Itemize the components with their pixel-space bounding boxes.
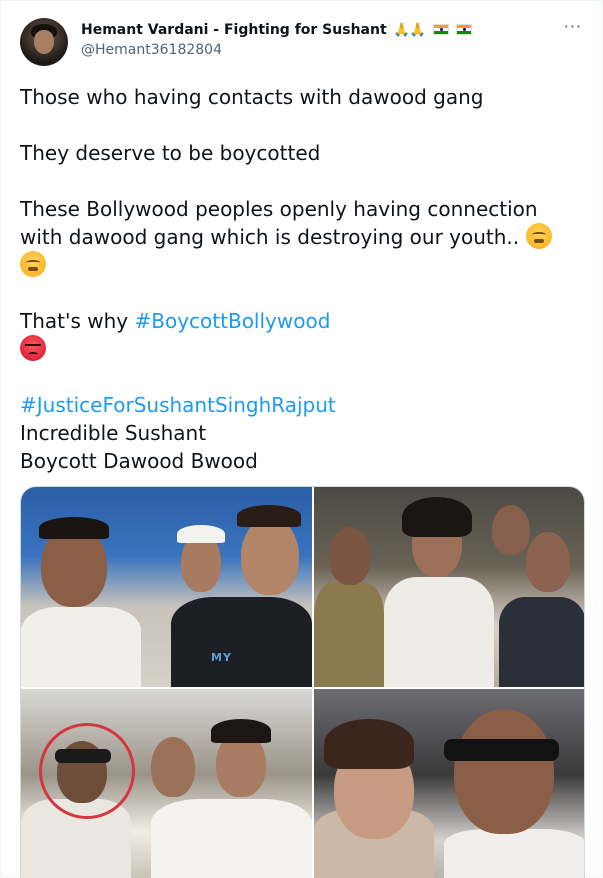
tweet-text-line: Incredible Sushant	[20, 421, 207, 445]
more-options-icon[interactable]: ···	[564, 17, 582, 36]
avatar-face	[34, 30, 54, 54]
photo-figure	[21, 607, 141, 687]
photo-figure	[177, 525, 225, 543]
photo-figure	[314, 582, 384, 687]
display-name-text: Hemant Vardani - Fighting for Sushant	[81, 22, 387, 38]
tweet-text-line: These Bollywood peoples openly having co…	[20, 197, 538, 221]
photo-figure	[444, 829, 584, 878]
photo-figure	[454, 709, 554, 834]
photo-figure	[499, 597, 584, 687]
photo-figure	[402, 497, 472, 537]
avatar[interactable]	[20, 18, 68, 66]
tweet-text-line	[20, 335, 590, 363]
highlight-circle	[39, 723, 135, 819]
pouting-face-icon	[20, 335, 46, 361]
photo-figure	[151, 737, 195, 797]
photo-figure	[329, 527, 371, 585]
shirt-text: MY	[211, 651, 232, 664]
photo-4[interactable]	[314, 689, 584, 878]
tweet-text-line: That's why #BoycottBollywood	[20, 307, 590, 335]
photo-figure	[151, 799, 312, 878]
hashtag-link[interactable]: #JusticeForSushantSinghRajput	[20, 391, 590, 419]
tweet-text-line	[20, 251, 590, 279]
photo-2[interactable]	[314, 487, 584, 687]
photo-figure	[492, 505, 530, 555]
india-flag-icon	[432, 24, 449, 35]
photo-figure	[324, 719, 414, 769]
photo-figure	[526, 532, 570, 592]
display-name[interactable]: Hemant Vardani - Fighting for Sushant 🙏🙏	[81, 22, 472, 38]
face-with-steam-icon	[20, 251, 46, 277]
tweet-text-fragment: with dawood gang which is destroying our…	[20, 225, 520, 249]
photo-figure	[39, 517, 109, 539]
face-with-steam-icon	[525, 223, 552, 249]
india-flag-icon	[455, 24, 472, 35]
folded-hands-icon: 🙏🙏	[393, 23, 426, 38]
photo-figure	[444, 739, 559, 761]
user-handle[interactable]: @Hemant36182804	[81, 42, 222, 58]
photo-3[interactable]	[21, 689, 312, 878]
tweet-text-line: Boycott Dawood Bwood	[20, 449, 258, 473]
photo-figure	[237, 505, 301, 527]
tweet-text-fragment: That's why	[20, 309, 135, 333]
photo-1[interactable]: MY	[21, 487, 312, 687]
hashtag-link[interactable]: #BoycottBollywood	[135, 309, 331, 333]
tweet-text-line: They deserve to be boycotted	[20, 141, 321, 165]
photo-figure	[384, 577, 494, 687]
tweet-text-line: with dawood gang which is destroying our…	[20, 223, 590, 251]
media-grid[interactable]: MY	[20, 486, 585, 878]
photo-figure	[211, 719, 271, 743]
tweet-text-line: Those who having contacts with dawood ga…	[20, 85, 484, 109]
photo-figure	[171, 597, 312, 687]
photo-figure	[241, 517, 299, 595]
tweet-card[interactable]: Hemant Vardani - Fighting for Sushant 🙏🙏…	[0, 0, 603, 878]
